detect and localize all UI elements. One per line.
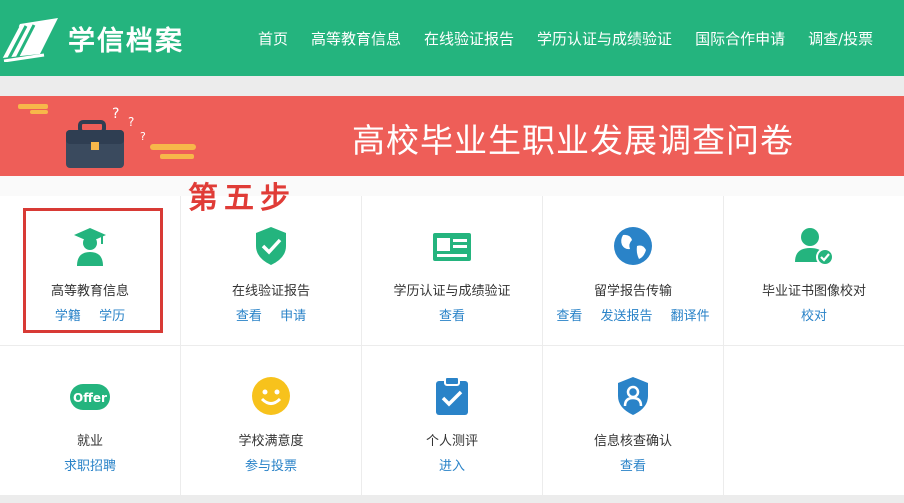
link-send-report[interactable]: 发送报告 <box>600 309 652 324</box>
tile-title: 留学报告传输 <box>593 284 672 299</box>
id-card-icon <box>433 233 471 261</box>
svg-text:?: ? <box>112 106 119 122</box>
offer-icon: Offer <box>70 384 110 410</box>
shield-user-icon <box>618 377 648 415</box>
service-tile-employment[interactable]: Offer 就业 求职招聘 <box>0 346 181 496</box>
shield-check-icon <box>256 227 286 265</box>
link-vote[interactable]: 参与投票 <box>245 459 297 474</box>
link-enter-assessment[interactable]: 进入 <box>439 459 465 474</box>
user-check-icon <box>795 228 834 266</box>
link-proofread[interactable]: 校对 <box>801 309 827 324</box>
link-apply-report[interactable]: 申请 <box>280 309 306 324</box>
svg-text:Offer: Offer <box>73 391 107 405</box>
tile-title: 就业 <box>76 434 103 449</box>
globe-icon <box>614 227 652 265</box>
nav-online-verification-report[interactable]: 在线验证报告 <box>424 28 514 49</box>
step-annotation: 第五步 <box>188 181 296 216</box>
spacer-gap <box>0 176 904 196</box>
tile-title: 学校满意度 <box>238 434 304 449</box>
survey-banner[interactable]: ? ? ? 高校毕业生职业发展调查问卷 <box>0 96 904 176</box>
logo-books-icon <box>0 18 58 62</box>
link-view-certification[interactable]: 查看 <box>439 309 465 324</box>
main-nav: 首页 高等教育信息 在线验证报告 学历认证与成绩验证 国际合作申请 调查/投票 <box>258 0 896 76</box>
service-tile-certificate-image-check[interactable]: 毕业证书图像校对 校对 <box>724 196 904 346</box>
smiley-icon <box>252 377 290 415</box>
brand-name: 学信档案 <box>68 25 184 57</box>
bottom-strip <box>0 496 904 503</box>
service-tile-study-abroad-report[interactable]: 留学报告传输 查看 发送报告 翻译件 <box>543 196 724 346</box>
link-view-verification[interactable]: 查看 <box>620 459 646 474</box>
service-tile-school-satisfaction[interactable]: 学校满意度 参与投票 <box>181 346 362 496</box>
service-tile-info-verification[interactable]: 信息核查确认 查看 <box>543 346 724 496</box>
link-job-search[interactable]: 求职招聘 <box>64 459 116 474</box>
banner-title: 高校毕业生职业发展调查问卷 <box>352 121 794 160</box>
svg-text:?: ? <box>140 130 146 143</box>
link-translation[interactable]: 翻译件 <box>671 309 710 324</box>
nav-survey-vote[interactable]: 调查/投票 <box>808 28 873 49</box>
brand-logo[interactable]: 学信档案 <box>0 14 184 62</box>
nav-degree-certification[interactable]: 学历认证与成绩验证 <box>537 28 672 49</box>
tile-title: 在线验证报告 <box>231 284 310 299</box>
nav-higher-education-info[interactable]: 高等教育信息 <box>311 28 401 49</box>
svg-text:?: ? <box>128 115 134 129</box>
link-view-report[interactable]: 查看 <box>236 309 262 324</box>
empty-tile <box>724 346 904 496</box>
nav-home[interactable]: 首页 <box>258 28 288 49</box>
tile-title: 学历认证与成绩验证 <box>393 284 511 299</box>
tile-title: 信息核查确认 <box>593 434 672 449</box>
nav-international-cooperation[interactable]: 国际合作申请 <box>695 28 785 49</box>
link-view-transfer[interactable]: 查看 <box>556 309 582 324</box>
top-navigation-bar: 学信档案 首页 高等教育信息 在线验证报告 学历认证与成绩验证 国际合作申请 调… <box>0 0 904 76</box>
highlight-box <box>23 208 163 333</box>
service-tile-online-verification[interactable]: 在线验证报告 查看 申请 <box>181 196 362 346</box>
service-tile-personal-assessment[interactable]: 个人测评 进入 <box>362 346 543 496</box>
tile-title: 毕业证书图像校对 <box>761 284 866 299</box>
service-tile-degree-certification[interactable]: 学历认证与成绩验证 查看 <box>362 196 543 346</box>
tile-title: 个人测评 <box>425 434 478 449</box>
clipboard-check-icon <box>436 376 468 415</box>
spacer-strip <box>0 76 904 96</box>
briefcase-illustration: ? ? ? <box>18 104 196 168</box>
